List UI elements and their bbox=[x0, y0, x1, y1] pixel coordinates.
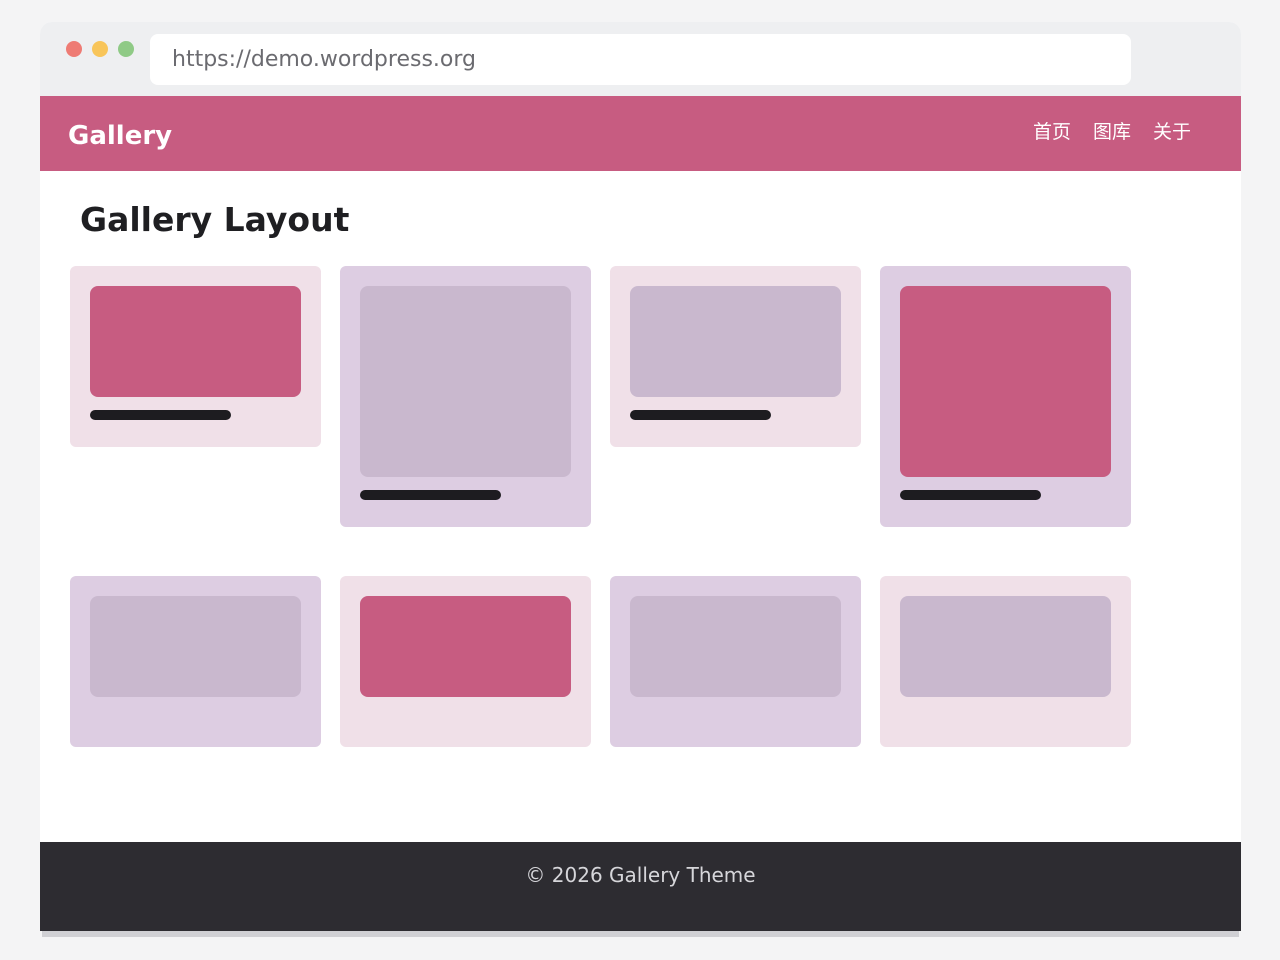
gallery-thumbnail[interactable] bbox=[900, 286, 1111, 477]
nav-item-gallery[interactable]: 图库 bbox=[1093, 95, 1131, 170]
main-nav: 首页 图库 关于 bbox=[1033, 96, 1191, 171]
gallery-thumbnail[interactable] bbox=[630, 596, 841, 697]
page-title: Gallery Layout bbox=[80, 200, 350, 239]
gallery-caption-placeholder bbox=[900, 490, 1041, 500]
gallery-caption-placeholder bbox=[630, 410, 771, 420]
gallery-card[interactable] bbox=[610, 266, 861, 447]
gallery-card[interactable] bbox=[340, 576, 591, 747]
site-footer: © 2026 Gallery Theme bbox=[40, 842, 1241, 931]
minimize-window-icon[interactable] bbox=[92, 41, 108, 57]
site-title[interactable]: Gallery bbox=[68, 96, 172, 176]
close-window-icon[interactable] bbox=[66, 41, 82, 57]
maximize-window-icon[interactable] bbox=[118, 41, 134, 57]
address-bar[interactable]: https://demo.wordpress.org bbox=[150, 34, 1131, 85]
gallery-card[interactable] bbox=[70, 266, 321, 447]
nav-item-home[interactable]: 首页 bbox=[1033, 95, 1071, 170]
nav-item-about[interactable]: 关于 bbox=[1153, 95, 1191, 170]
gallery-thumbnail[interactable] bbox=[90, 596, 301, 697]
gallery-card[interactable] bbox=[610, 576, 861, 747]
gallery-thumbnail[interactable] bbox=[900, 596, 1111, 697]
browser-window: https://demo.wordpress.org Gallery 首页 图库… bbox=[40, 22, 1241, 931]
gallery-thumbnail[interactable] bbox=[90, 286, 301, 397]
gallery-card[interactable] bbox=[340, 266, 591, 527]
gallery-card[interactable] bbox=[880, 576, 1131, 747]
gallery-caption-placeholder bbox=[360, 490, 501, 500]
gallery-thumbnail[interactable] bbox=[360, 286, 571, 477]
footer-copyright: © 2026 Gallery Theme bbox=[525, 863, 756, 887]
gallery-thumbnail[interactable] bbox=[630, 286, 841, 397]
gallery-card[interactable] bbox=[70, 576, 321, 747]
browser-chrome: https://demo.wordpress.org bbox=[40, 22, 1241, 96]
gallery-card[interactable] bbox=[880, 266, 1131, 527]
gallery-caption-placeholder bbox=[90, 410, 231, 420]
gallery-thumbnail[interactable] bbox=[360, 596, 571, 697]
site-header: Gallery 首页 图库 关于 bbox=[40, 96, 1241, 171]
